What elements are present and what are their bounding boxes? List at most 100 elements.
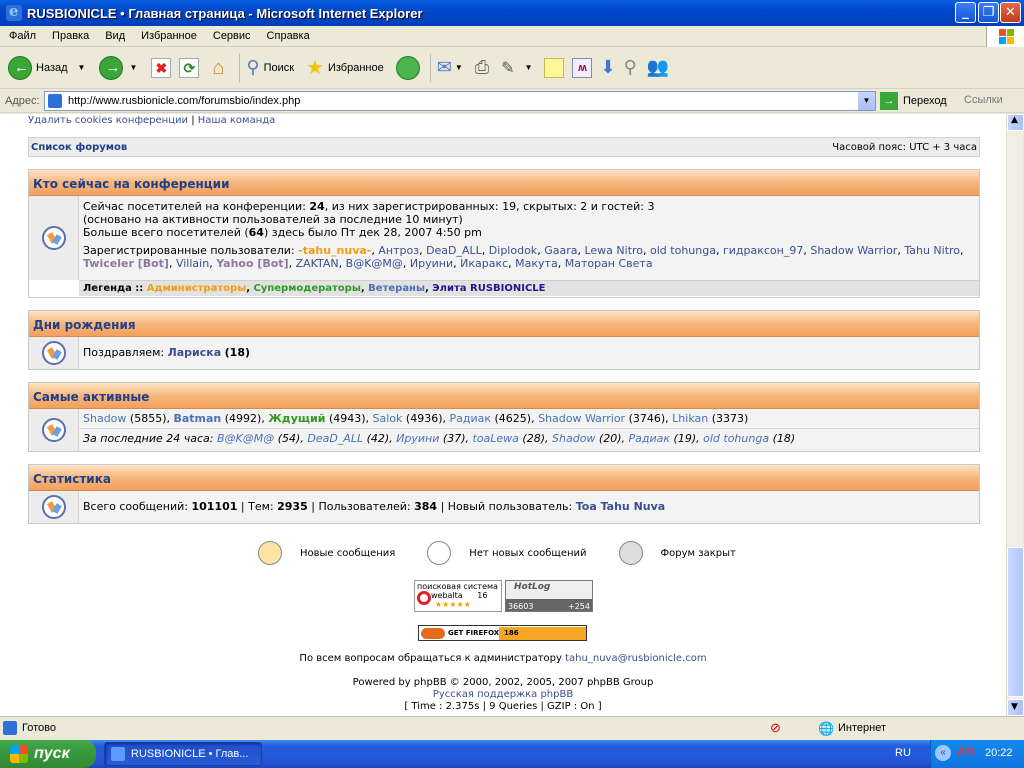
online-user-link[interactable]: Маторан Света bbox=[565, 257, 653, 270]
scroll-down-button[interactable]: ▼ bbox=[1007, 699, 1024, 716]
back-dropdown-icon[interactable]: ▼ bbox=[78, 63, 86, 72]
admin-email-link[interactable]: tahu_nuva@rusbionicle.com bbox=[565, 653, 706, 664]
menu-favorites[interactable]: Избранное bbox=[132, 30, 204, 42]
window-title: RUSBIONICLE • Главная страница - Microso… bbox=[27, 5, 423, 21]
post-count: (3373) bbox=[711, 412, 749, 425]
menu-tools[interactable]: Сервис bbox=[204, 30, 258, 42]
recent-user-link[interactable]: toaLewa bbox=[473, 432, 519, 445]
birthday-user-link[interactable]: Лариска bbox=[168, 346, 222, 359]
windows-logo-icon bbox=[986, 26, 1024, 47]
support-link[interactable]: Русская поддержка phpBB bbox=[0, 689, 1006, 700]
active-user-link[interactable]: Shadow bbox=[83, 412, 126, 425]
refresh-button[interactable]: ⟳ bbox=[179, 57, 200, 78]
forward-button[interactable]: → ▼ bbox=[99, 55, 137, 80]
address-bar: Адрес: http://www.rusbionicle.com/forums… bbox=[0, 89, 1024, 113]
legend-admins-link[interactable]: Администраторы bbox=[147, 283, 246, 294]
active-users-icon bbox=[41, 418, 66, 442]
start-button[interactable]: пуск bbox=[0, 740, 96, 768]
download-button[interactable]: ⬇ bbox=[600, 57, 615, 78]
taskbar-ie-window[interactable]: RUSBIONICLE • Глав... bbox=[104, 742, 262, 766]
search-button[interactable]: ⚲ Поиск bbox=[246, 57, 294, 78]
minimize-button[interactable]: _ bbox=[955, 2, 976, 23]
recent-user-link[interactable]: Shadow bbox=[552, 432, 595, 445]
online-user-link[interactable]: Gaara bbox=[544, 244, 577, 257]
maximize-button[interactable]: ❐ bbox=[978, 2, 999, 23]
active-user-link[interactable]: Радиак bbox=[450, 412, 492, 425]
menu-edit[interactable]: Правка bbox=[43, 30, 96, 42]
online-user-link[interactable]: ZAKTAN bbox=[296, 257, 339, 270]
address-dropdown-icon[interactable]: ▼ bbox=[858, 92, 875, 110]
stop-button[interactable]: ✖ bbox=[151, 57, 172, 78]
scroll-up-button[interactable]: ▲ bbox=[1007, 114, 1024, 131]
most-active-header: Самые активные bbox=[29, 383, 979, 409]
online-user-link[interactable]: DeaD_ALL bbox=[426, 244, 482, 257]
menu-help[interactable]: Справка bbox=[258, 30, 317, 42]
mail-icon: ✉ bbox=[436, 57, 452, 77]
active-user-link[interactable]: Batman bbox=[173, 412, 221, 425]
address-input[interactable]: http://www.rusbionicle.com/forumsbio/ind… bbox=[44, 91, 876, 111]
online-user-link[interactable]: Twiceler [Bot] bbox=[83, 257, 169, 270]
webalta-badge[interactable]: поисковая система webalta 16 ★★★★★ bbox=[414, 580, 502, 612]
research-button[interactable]: ⚲ bbox=[624, 57, 637, 78]
edit-button[interactable]: ✎ ▼ bbox=[501, 58, 532, 78]
online-box: Кто сейчас на конференции Сейчас посетит… bbox=[28, 169, 980, 298]
menu-view[interactable]: Вид bbox=[96, 30, 132, 42]
online-user-link[interactable]: Макута bbox=[515, 257, 558, 270]
favorites-button[interactable]: ★ Избранное bbox=[306, 55, 384, 80]
language-indicator[interactable]: RU bbox=[895, 747, 911, 759]
active-user-link[interactable]: Salok bbox=[373, 412, 403, 425]
go-arrow-icon: → bbox=[880, 92, 898, 110]
online-user-link[interactable]: Shadow Warrior bbox=[810, 244, 897, 257]
active-user-link[interactable]: Ждущий bbox=[268, 412, 325, 425]
online-user-link[interactable]: Yahoo [Bot] bbox=[216, 257, 288, 270]
close-button[interactable]: ✕ bbox=[1000, 2, 1021, 23]
mail-button[interactable]: ✉ ▼ bbox=[437, 57, 463, 78]
birthdays-box: Дни рождения Поздравляем: Лариска (18) bbox=[28, 310, 980, 370]
legend-veterans-link[interactable]: Ветераны bbox=[368, 283, 425, 294]
newest-user-link[interactable]: Toa Tahu Nuva bbox=[576, 500, 665, 513]
online-user-link[interactable]: Diplodok bbox=[489, 244, 537, 257]
ati-icon[interactable]: ATI bbox=[957, 746, 974, 758]
firefox-badge[interactable]: GET FIREFOX 186 bbox=[418, 625, 587, 641]
online-user-link[interactable]: Икаракс bbox=[460, 257, 508, 270]
online-user-link[interactable]: old tohunga bbox=[650, 244, 716, 257]
online-user-link[interactable]: Ируини bbox=[410, 257, 453, 270]
forum-list-link[interactable]: Список форумов bbox=[31, 142, 127, 153]
hotlog-badge[interactable]: HotLog 36603 +254 bbox=[505, 580, 593, 612]
recent-user-link[interactable]: old tohunga bbox=[703, 432, 769, 445]
recent-user-link[interactable]: Ируини bbox=[396, 432, 439, 445]
online-user-link[interactable]: B@K@M@ bbox=[346, 257, 403, 270]
forward-dropdown-icon[interactable]: ▼ bbox=[129, 63, 137, 72]
recent-user-link[interactable]: Радиак bbox=[629, 432, 671, 445]
history-button[interactable] bbox=[395, 55, 420, 80]
messenger-icon: ʍ bbox=[572, 57, 593, 78]
legend-elite-link[interactable]: Элита RUSBIONICLE bbox=[432, 283, 545, 294]
messenger-button[interactable]: ʍ bbox=[572, 57, 593, 78]
online-user-link[interactable]: Lewa Nitro bbox=[584, 244, 643, 257]
menu-file[interactable]: Файл bbox=[0, 30, 43, 42]
active-user-link[interactable]: Lhikan bbox=[672, 412, 708, 425]
team-link[interactable]: Наша команда bbox=[198, 115, 276, 126]
go-button[interactable]: → Переход bbox=[880, 92, 947, 110]
tray-expand-icon[interactable]: « bbox=[935, 745, 951, 761]
active-user-link[interactable]: Shadow Warrior bbox=[538, 412, 625, 425]
recent-user-link[interactable]: DeaD_ALL bbox=[307, 432, 363, 445]
online-user-link[interactable]: гидраксон_97 bbox=[723, 244, 803, 257]
online-user-link[interactable]: Антроз bbox=[378, 244, 419, 257]
delete-cookies-link[interactable]: Удалить cookies конференции bbox=[28, 115, 188, 126]
home-button[interactable]: ⌂ bbox=[207, 57, 229, 79]
icon-legend: Новые сообщения Нет новых сообщений Фору… bbox=[258, 541, 736, 565]
legend-supermods-link[interactable]: Супермодераторы bbox=[254, 283, 361, 294]
contacts-button[interactable]: 👥 bbox=[647, 57, 669, 78]
online-user-link[interactable]: Tahu Nitro bbox=[904, 244, 960, 257]
discuss-button[interactable] bbox=[544, 57, 565, 78]
vertical-scrollbar[interactable]: ▲ ▼ bbox=[1006, 114, 1024, 716]
online-user-link[interactable]: Villain bbox=[176, 257, 209, 270]
scroll-thumb[interactable] bbox=[1007, 547, 1024, 697]
back-button[interactable]: ← Назад ▼ bbox=[8, 55, 86, 80]
links-button[interactable]: Ссылки bbox=[964, 94, 1003, 106]
online-icon-cell bbox=[29, 196, 79, 280]
online-user-link[interactable]: -tahu_nuva- bbox=[298, 244, 371, 257]
recent-user-link[interactable]: B@K@M@ bbox=[217, 432, 274, 445]
print-button[interactable]: ⎙ bbox=[475, 57, 489, 78]
